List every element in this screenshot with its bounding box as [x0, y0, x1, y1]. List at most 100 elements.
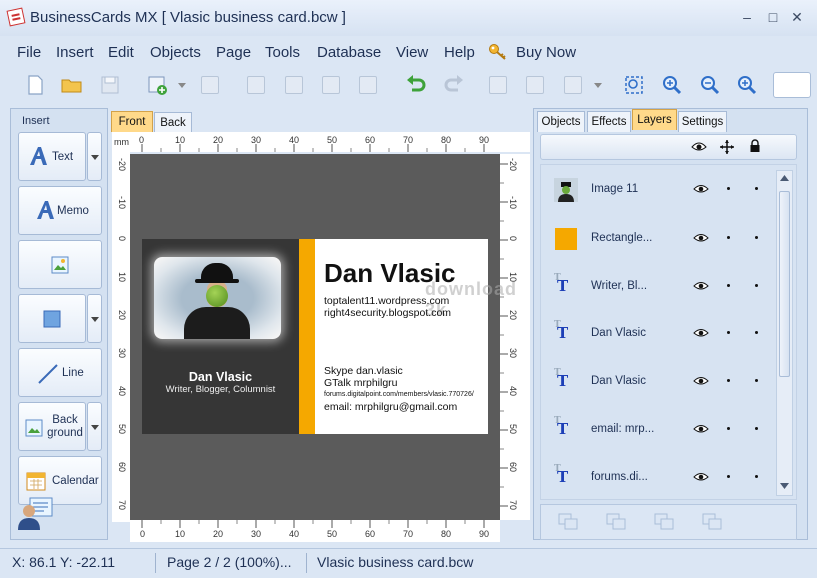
layer-move-dot[interactable]	[727, 331, 730, 334]
text-dropdown[interactable]	[87, 132, 102, 181]
layer-row[interactable]: Image 11	[552, 176, 772, 216]
layer-visible-eye-icon[interactable]	[693, 472, 709, 482]
close-button[interactable]: ✕	[785, 6, 809, 28]
undo-icon[interactable]	[403, 72, 429, 98]
add-page-icon[interactable]	[144, 72, 170, 98]
card-left-name[interactable]: Dan Vlasic	[142, 370, 299, 384]
card-forum[interactable]: forums.digitalpoint.com/members/vlasic.7…	[324, 391, 474, 398]
menu-buy-now[interactable]: Buy Now	[516, 44, 576, 61]
zoom-out-icon[interactable]	[697, 72, 723, 98]
menu-tools[interactable]: Tools	[265, 44, 300, 61]
maximize-button[interactable]: □	[761, 6, 785, 28]
zoom-in-icon[interactable]	[659, 72, 685, 98]
business-card[interactable]: Dan Vlasic Writer, Blogger, Columnist Da…	[142, 239, 516, 434]
insert-text-button[interactable]: Text	[18, 132, 86, 181]
open-folder-icon[interactable]	[59, 72, 85, 98]
insert-image-button[interactable]	[18, 240, 102, 289]
layer-to-back-icon[interactable]	[701, 512, 723, 532]
new-file-icon[interactable]	[22, 72, 48, 98]
background-dropdown[interactable]	[87, 402, 102, 451]
layer-row[interactable]: T Dan Vlasic	[552, 320, 772, 360]
tab-front[interactable]: Front	[111, 111, 153, 132]
layers-scrollbar[interactable]	[776, 170, 793, 496]
layer-lock-dot[interactable]	[755, 475, 758, 478]
layer-move-dot[interactable]	[727, 187, 730, 190]
insert-background-button[interactable]: Back ground	[18, 402, 86, 451]
user-card-icon[interactable]	[16, 494, 54, 532]
redo-icon[interactable]	[441, 72, 467, 98]
layer-visible-eye-icon[interactable]	[693, 376, 709, 386]
layer-visible-eye-icon[interactable]	[693, 233, 709, 243]
layer-row[interactable]: T Writer, Bl...	[552, 273, 772, 313]
save-icon[interactable]	[97, 72, 123, 98]
group-icon[interactable]	[485, 72, 511, 98]
scrollbar-thumb[interactable]	[779, 191, 790, 377]
scroll-down-icon[interactable]	[780, 483, 789, 489]
send-backward-icon[interactable]	[355, 72, 381, 98]
layer-visible-eye-icon[interactable]	[693, 328, 709, 338]
zoom-100-icon[interactable]	[734, 72, 760, 98]
insert-memo-button[interactable]: Memo	[18, 186, 102, 235]
layer-lock-dot[interactable]	[755, 236, 758, 239]
bring-front-icon[interactable]	[243, 72, 269, 98]
layer-to-front-icon[interactable]	[557, 512, 579, 532]
card-gtalk[interactable]: GTalk mrphilgru	[324, 377, 398, 389]
bring-forward-icon[interactable]	[318, 72, 344, 98]
layer-row[interactable]: T forums.di...	[552, 464, 772, 504]
layer-lock-dot[interactable]	[755, 187, 758, 190]
layer-move-dot[interactable]	[727, 236, 730, 239]
lock-icon[interactable]	[749, 139, 761, 153]
insert-line-button[interactable]: Line	[18, 348, 102, 397]
card-site2[interactable]: right4security.blogspot.com	[324, 307, 451, 319]
move-icon[interactable]	[720, 140, 734, 154]
tab-objects[interactable]: Objects	[537, 111, 585, 132]
layer-lock-dot[interactable]	[755, 379, 758, 382]
card-skype[interactable]: Skype dan.vlasic	[324, 365, 403, 377]
layer-row[interactable]: T Dan Vlasic	[552, 368, 772, 408]
minimize-button[interactable]: –	[735, 6, 759, 28]
card-email[interactable]: email: mrphilgru@gmail.com	[324, 401, 457, 413]
layer-visible-eye-icon[interactable]	[693, 424, 709, 434]
layer-move-dot[interactable]	[727, 284, 730, 287]
menu-help[interactable]: Help	[444, 44, 475, 61]
layer-forward-icon[interactable]	[605, 512, 627, 532]
layer-lock-dot[interactable]	[755, 284, 758, 287]
align-dropdown-icon[interactable]	[594, 83, 602, 88]
send-back-icon[interactable]	[281, 72, 307, 98]
layer-row[interactable]: Rectangle...	[552, 225, 772, 265]
rectangle-dropdown[interactable]	[87, 294, 102, 343]
menu-view[interactable]: View	[396, 44, 428, 61]
tab-settings[interactable]: Settings	[678, 111, 727, 132]
menu-file[interactable]: File	[17, 44, 41, 61]
visibility-eye-icon[interactable]	[691, 141, 707, 153]
menu-insert[interactable]: Insert	[56, 44, 94, 61]
align-icon[interactable]	[560, 72, 586, 98]
layer-lock-dot[interactable]	[755, 331, 758, 334]
zoom-fit-icon[interactable]	[621, 72, 647, 98]
menu-page[interactable]: Page	[216, 44, 251, 61]
ungroup-icon[interactable]	[522, 72, 548, 98]
layer-move-dot[interactable]	[727, 475, 730, 478]
card-left-role[interactable]: Writer, Blogger, Columnist	[142, 384, 299, 395]
layer-move-dot[interactable]	[727, 379, 730, 382]
layer-row[interactable]: T email: mrp...	[552, 416, 772, 456]
delete-page-icon[interactable]	[197, 72, 223, 98]
menu-database[interactable]: Database	[317, 44, 381, 61]
card-left-panel[interactable]: Dan Vlasic Writer, Blogger, Columnist	[142, 239, 299, 434]
tab-back[interactable]: Back	[154, 112, 192, 133]
insert-rectangle-button[interactable]	[18, 294, 86, 343]
menu-objects[interactable]: Objects	[150, 44, 201, 61]
menu-edit[interactable]: Edit	[108, 44, 134, 61]
card-site1[interactable]: toptalent11.wordpress.com	[324, 295, 449, 307]
layer-backward-icon[interactable]	[653, 512, 675, 532]
tab-layers[interactable]: Layers	[632, 109, 677, 130]
layer-move-dot[interactable]	[727, 427, 730, 430]
scroll-up-icon[interactable]	[780, 175, 789, 181]
card-photo[interactable]	[154, 257, 281, 339]
add-page-dropdown-icon[interactable]	[178, 83, 186, 88]
tab-effects[interactable]: Effects	[587, 111, 631, 132]
layer-visible-eye-icon[interactable]	[693, 281, 709, 291]
layer-visible-eye-icon[interactable]	[693, 184, 709, 194]
zoom-field[interactable]	[773, 72, 811, 98]
card-orange-stripe[interactable]	[299, 239, 315, 434]
